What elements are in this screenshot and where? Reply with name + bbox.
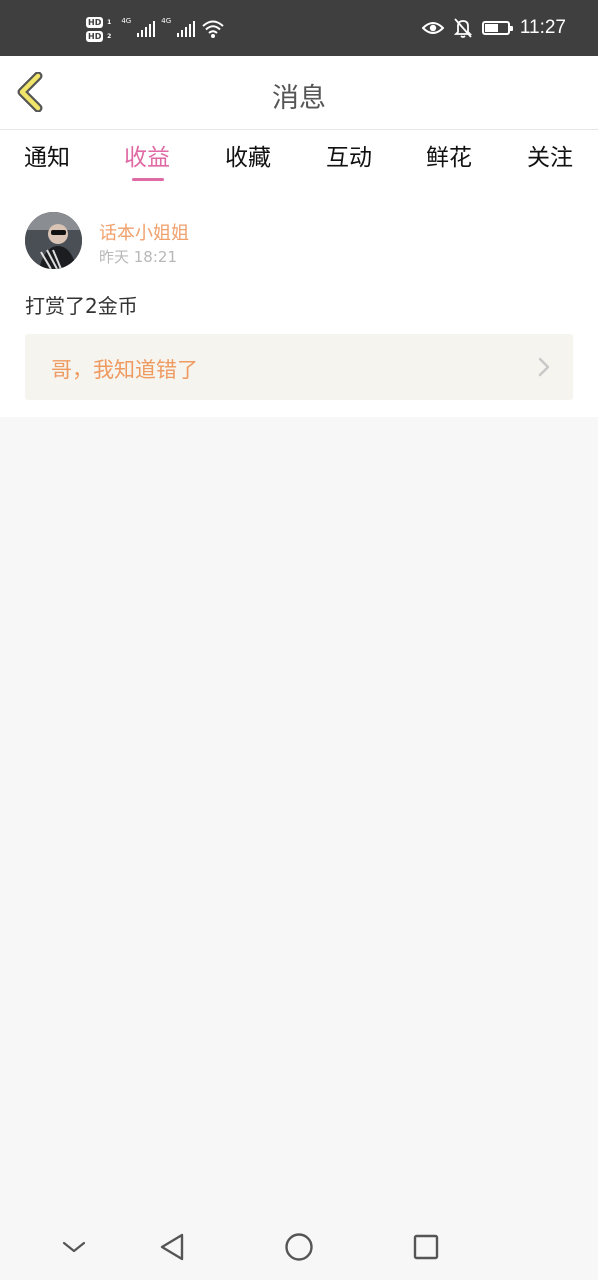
sim1-label: HD	[88, 17, 102, 27]
sim2-label: HD	[88, 31, 102, 41]
avatar[interactable]	[25, 212, 82, 269]
active-tab-indicator	[132, 178, 164, 181]
collapse-icon	[62, 1241, 86, 1253]
username[interactable]: 话本小姐姐	[99, 219, 189, 245]
network-type-1: 4G	[121, 17, 132, 25]
battery-icon	[481, 21, 513, 35]
recents-square-icon	[413, 1234, 439, 1260]
nav-back-button[interactable]	[154, 1229, 190, 1265]
signal-icon	[177, 21, 196, 37]
message-timestamp: 昨天 18:21	[99, 248, 177, 266]
status-left: HD 1 HD 2 4G 4G	[86, 14, 225, 44]
tab-favorites[interactable]: 收藏	[225, 138, 271, 172]
battery-level	[484, 24, 498, 32]
network-type-2: 4G	[161, 17, 172, 25]
bell-off-icon	[453, 18, 472, 38]
wifi-icon	[202, 20, 224, 38]
tab-follow[interactable]: 关注	[527, 138, 573, 172]
system-nav-bar	[0, 1214, 598, 1280]
tab-flowers[interactable]: 鲜花	[426, 138, 472, 172]
clock: 11:27	[519, 17, 566, 38]
page-title: 消息	[272, 83, 326, 114]
tab-bar: 通知 收益 收藏 互动 鲜花 关注	[0, 130, 598, 188]
avatar-photo-icon	[25, 212, 82, 269]
tab-earnings[interactable]: 收益	[124, 138, 170, 172]
sim1-hd-badge: HD 1	[86, 16, 111, 28]
message-card[interactable]: 话本小姐姐 昨天 18:21 打赏了2金币 哥，我知道错了	[0, 188, 598, 417]
top-header: 消息	[0, 56, 598, 130]
nav-recents-button[interactable]	[408, 1229, 444, 1265]
nav-home-button[interactable]	[281, 1229, 317, 1265]
sim2-index: 2	[107, 32, 112, 40]
back-triangle-icon	[160, 1233, 184, 1261]
tab-interaction[interactable]: 互动	[326, 138, 372, 172]
quoted-post-title: 哥，我知道错了	[51, 358, 198, 382]
sim1-index: 1	[107, 18, 112, 26]
eye-comfort-icon	[421, 22, 444, 34]
status-right: 11:27	[421, 12, 566, 44]
home-circle-icon	[285, 1233, 313, 1261]
tab-notification[interactable]: 通知	[24, 138, 70, 172]
chevron-right-icon	[538, 357, 550, 377]
sim2-hd-badge: HD 2	[86, 30, 111, 42]
quoted-post-link[interactable]: 哥，我知道错了	[25, 334, 573, 400]
signal-icon	[137, 21, 156, 37]
message-content: 打赏了2金币	[25, 294, 138, 318]
status-bar: HD 1 HD 2 4G 4G 11:27	[0, 0, 598, 56]
sim-indicators: HD 1 HD 2	[86, 16, 111, 42]
collapse-button[interactable]	[56, 1229, 92, 1265]
